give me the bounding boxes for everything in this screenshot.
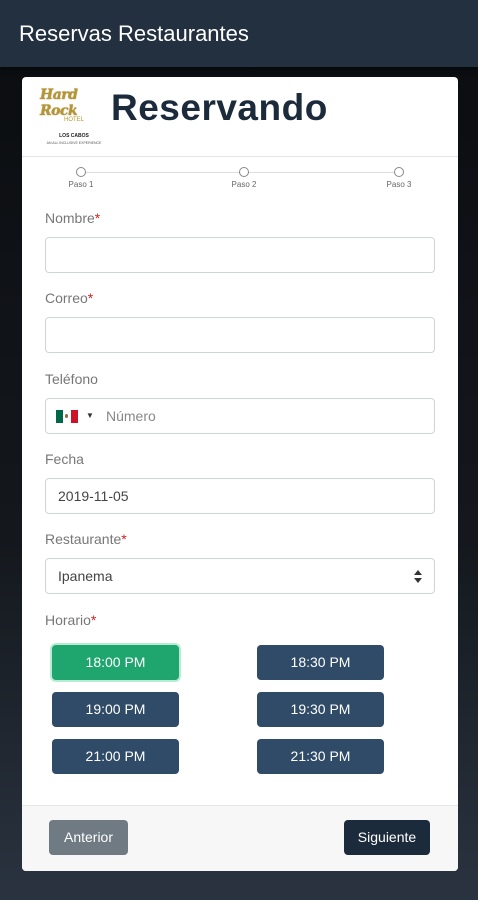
telefono-label: Teléfono (45, 371, 98, 387)
telefono-input[interactable]: ▼ Número (45, 398, 435, 434)
horario-label: Horario* (45, 612, 97, 628)
telefono-placeholder: Número (106, 408, 156, 424)
card-header: Hard Rock HOTEL LOS CABOS AN ALL INCLUSI… (22, 77, 458, 157)
siguiente-button[interactable]: Siguiente (344, 820, 430, 855)
restaurante-label: Restaurante* (45, 531, 127, 547)
time-slot-button[interactable]: 19:30 PM (257, 692, 384, 727)
page-title: Reservando (111, 87, 328, 128)
stepper: Paso 1 Paso 2 Paso 3 (22, 167, 458, 192)
chevron-down-icon[interactable]: ▼ (86, 399, 94, 433)
restaurante-select[interactable]: Ipanema (45, 558, 435, 594)
step-1: Paso 1 (61, 167, 101, 189)
step-2: Paso 2 (224, 167, 264, 189)
restaurante-value: Ipanema (58, 568, 113, 584)
step-dot-icon (76, 167, 86, 177)
nombre-input[interactable] (45, 237, 435, 273)
step-dot-icon (239, 167, 249, 177)
step-label: Paso 3 (386, 180, 412, 189)
fecha-input[interactable]: 2019-11-05 (45, 478, 435, 514)
time-slot-button[interactable]: 18:30 PM (257, 645, 384, 680)
step-label: Paso 2 (231, 180, 257, 189)
time-slot-button[interactable]: 21:00 PM (52, 739, 179, 774)
step-3: Paso 3 (379, 167, 419, 189)
logo-brand: Hard Rock (40, 87, 78, 119)
fecha-label: Fecha (45, 451, 84, 467)
nombre-label: Nombre* (45, 210, 101, 226)
logo-tagline: AN ALL INCLUSIVE EXPERIENCE (46, 141, 102, 145)
time-slot-button[interactable]: 21:30 PM (257, 739, 384, 774)
correo-input[interactable] (45, 317, 435, 353)
correo-label: Correo* (45, 290, 94, 306)
logo-city: LOS CABOS (59, 133, 89, 139)
step-label: Paso 1 (68, 180, 94, 189)
reservation-card: Hard Rock HOTEL LOS CABOS AN ALL INCLUSI… (22, 77, 458, 871)
mexico-flag-icon[interactable] (56, 410, 78, 423)
anterior-button[interactable]: Anterior (49, 820, 128, 855)
card-footer: Anterior Siguiente (22, 805, 458, 871)
select-arrows-icon (414, 569, 422, 585)
hard-rock-logo: Hard Rock HOTEL LOS CABOS AN ALL INCLUSI… (40, 87, 108, 147)
time-slot-button[interactable]: 18:00 PM (52, 645, 179, 680)
time-slot-button[interactable]: 19:00 PM (52, 692, 179, 727)
step-dot-icon (394, 167, 404, 177)
app-title: Reservas Restaurantes (0, 0, 478, 67)
